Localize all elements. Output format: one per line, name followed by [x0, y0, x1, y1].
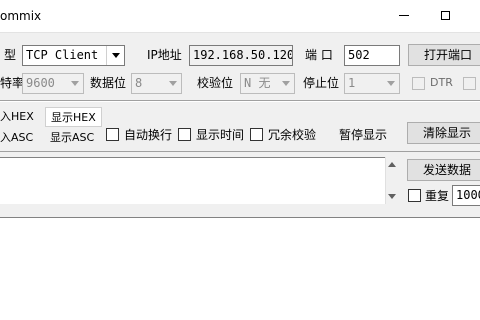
title-bar: ommix [0, 0, 480, 33]
stop-bits-select[interactable]: 1 [344, 73, 400, 94]
repeat-interval-field[interactable]: 1000 [452, 185, 480, 206]
data-bits-value: 8 [135, 76, 143, 90]
ip-address-value: 192.168.50.120 [193, 48, 293, 62]
connection-type-label: 型 [4, 48, 17, 62]
parity-value: N 无 [244, 76, 271, 90]
stop-bits-value: 1 [348, 76, 356, 90]
dtr-label: DTR [430, 76, 453, 89]
show-hex-label: 显示HEX [51, 111, 96, 124]
maximize-icon [440, 10, 450, 20]
baud-rate-label: 特率 [0, 76, 25, 90]
rts-checkbox[interactable] [463, 77, 476, 90]
scroll-up-icon[interactable] [388, 162, 396, 167]
window-title: ommix [0, 9, 42, 23]
send-text-area[interactable] [0, 217, 480, 320]
show-asc-option[interactable]: 显示ASC [50, 129, 94, 147]
baud-rate-value: 9600 [26, 76, 55, 90]
input-hex-option[interactable]: 入HEX [0, 108, 34, 126]
open-port-button[interactable]: 打开端口 [408, 44, 480, 66]
clear-display-button[interactable]: 清除显示 [407, 122, 480, 144]
auto-wrap-label: 自动换行 [124, 128, 173, 142]
auto-wrap-checkbox[interactable] [106, 128, 119, 141]
repeat-interval-value: 1000 [456, 188, 480, 202]
input-asc-option[interactable]: 入ASC [0, 129, 33, 147]
ip-address-label: IP地址 [147, 48, 182, 62]
port-field[interactable]: 502 [344, 45, 400, 66]
dtr-checkbox[interactable] [412, 77, 425, 90]
parity-label: 校验位 [197, 76, 234, 90]
parity-dropdown-icon [277, 74, 294, 93]
group-divider-highlight [0, 101, 480, 102]
receive-scrollbar[interactable] [385, 157, 399, 204]
data-bits-select[interactable]: 8 [131, 73, 182, 94]
redundant-check-label: 冗余校验 [268, 128, 317, 142]
repeat-checkbox[interactable] [408, 189, 421, 202]
data-bits-dropdown-icon [164, 74, 181, 93]
maximize-button[interactable] [438, 8, 452, 22]
send-data-button[interactable]: 发送数据 [407, 159, 480, 181]
ip-address-field[interactable]: 192.168.50.120 [189, 45, 293, 66]
scroll-down-icon[interactable] [388, 194, 396, 199]
baud-rate-select[interactable]: 9600 [22, 73, 84, 94]
repeat-label: 重复 [425, 189, 450, 203]
group-divider-2 [0, 151, 480, 152]
parity-select[interactable]: N 无 [240, 73, 295, 94]
minimize-button[interactable] [397, 8, 411, 22]
show-time-label: 显示时间 [196, 128, 245, 142]
stop-bits-label: 停止位 [303, 76, 340, 90]
minimize-icon [399, 14, 409, 16]
connection-type-value: TCP Client [26, 48, 99, 62]
redundant-check-checkbox[interactable] [250, 128, 263, 141]
pause-display-toggle[interactable]: 暂停显示 [339, 126, 387, 144]
port-label: 端 口 [305, 48, 333, 62]
port-value: 502 [348, 48, 370, 62]
stop-bits-dropdown-icon [382, 74, 399, 93]
connection-type-select[interactable]: TCP Client [22, 45, 125, 66]
receive-text-area[interactable] [0, 157, 385, 204]
connection-type-dropdown-icon [106, 46, 124, 65]
show-hex-tab[interactable]: 显示HEX [45, 107, 102, 127]
data-bits-label: 数据位 [90, 76, 127, 90]
baud-rate-dropdown-icon [66, 74, 83, 93]
show-time-checkbox[interactable] [178, 128, 191, 141]
